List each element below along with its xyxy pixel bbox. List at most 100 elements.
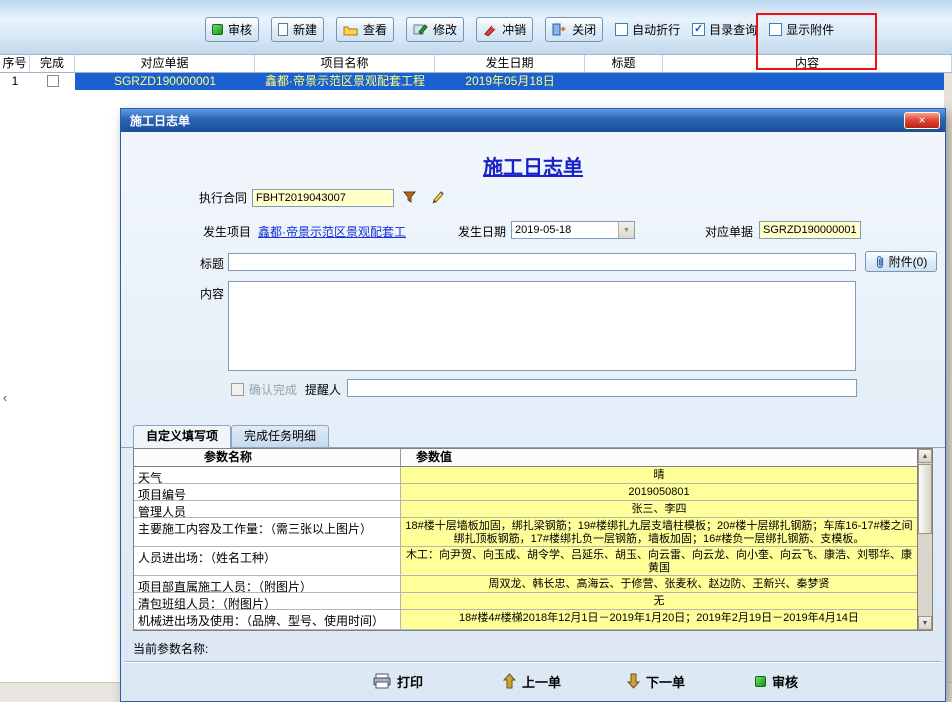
scrollbar-thumb[interactable] xyxy=(918,464,932,534)
parameter-table-scrollbar[interactable]: ▲ ▼ xyxy=(917,449,932,630)
param-value[interactable]: 木工：向尹贺、向玉成、胡令学、吕延乐、胡玉、向云雷、向云龙、向小奎、向云飞、康浩… xyxy=(401,547,917,575)
reverse-pen-icon xyxy=(483,23,497,36)
dialog-close-button[interactable]: × xyxy=(904,112,940,129)
scroll-down-icon[interactable]: ▼ xyxy=(918,616,932,630)
construction-log-dialog: 施工日志单 × 施工日志单 执行合同 发生项目 鑫都·帝景示范区景观配套工 发生… xyxy=(120,108,946,702)
collapse-panel-arrow[interactable]: ‹ xyxy=(0,386,10,408)
param-value[interactable]: 18#楼十层墙板加固，绑扎梁钢筋；19#楼绑扎九层支墙柱模板；20#楼十层绑扎钢… xyxy=(401,518,917,546)
audit-record-button[interactable]: 审核 xyxy=(755,669,798,693)
row-content xyxy=(663,73,952,90)
previous-record-button[interactable]: 上一单 xyxy=(503,669,561,693)
autowrap-checkbox-label: 自动折行 xyxy=(632,21,680,38)
project-link[interactable]: 鑫都·帝景示范区景观配套工 xyxy=(258,223,406,241)
tab-task-detail[interactable]: 完成任务明细 xyxy=(231,425,329,447)
param-name: 项目编号 xyxy=(134,484,401,500)
attachment-button[interactable]: 附件(0) xyxy=(865,251,937,272)
audit-button[interactable]: 审核 xyxy=(205,17,259,42)
row-date: 2019年05月18日 xyxy=(435,73,585,90)
column-header-doc[interactable]: 对应单据 xyxy=(75,55,255,72)
param-row-weather[interactable]: 天气 晴 xyxy=(134,467,917,484)
main-toolbar: 审核 新建 查看 修改 冲销 关闭 xyxy=(0,0,952,55)
exit-door-icon xyxy=(552,23,567,36)
new-button[interactable]: 新建 xyxy=(271,17,324,42)
confirm-complete-checkbox-box xyxy=(231,383,244,396)
audit-icon xyxy=(755,676,766,687)
reverse-button[interactable]: 冲销 xyxy=(476,17,533,42)
param-value[interactable]: 18#楼4#楼梯2018年12月1日－2019年1月20日；2019年2月19日… xyxy=(401,610,917,629)
row-done-checkbox[interactable] xyxy=(47,75,59,87)
row-project: 鑫都·帝景示范区景观配套工程 xyxy=(255,73,435,90)
close-window-button-label: 关闭 xyxy=(572,21,596,38)
parameter-table-header: 参数名称 参数值 xyxy=(134,449,917,467)
folder-open-icon xyxy=(343,24,358,36)
param-row-personnel[interactable]: 人员进出场：（姓名工种） 木工：向尹贺、向玉成、胡令学、吕延乐、胡玉、向云雷、向… xyxy=(134,547,917,576)
contract-label: 执行合同 xyxy=(183,189,247,207)
previous-record-button-label: 上一单 xyxy=(522,672,561,691)
column-header-done[interactable]: 完成 xyxy=(30,55,75,72)
doc-input[interactable] xyxy=(759,221,861,239)
contract-edit-pen-icon[interactable] xyxy=(430,189,445,207)
param-value[interactable]: 张三、李四 xyxy=(401,501,917,517)
date-label: 发生日期 xyxy=(426,223,506,241)
dialog-title: 施工日志单 xyxy=(130,112,190,129)
row-done-cell[interactable] xyxy=(30,73,75,90)
attachment-button-label: 附件(0) xyxy=(889,253,928,270)
param-row-subcontract[interactable]: 清包班组人员：（附图片） 无 xyxy=(134,593,917,610)
contract-input[interactable] xyxy=(252,189,394,207)
next-record-button-label: 下一单 xyxy=(646,672,685,691)
modify-button[interactable]: 修改 xyxy=(406,17,464,42)
footer-divider xyxy=(125,661,941,663)
column-header-project[interactable]: 项目名称 xyxy=(255,55,435,72)
project-label: 发生项目 xyxy=(151,223,251,241)
column-header-content[interactable]: 内容 xyxy=(663,55,952,72)
param-name: 管理人员 xyxy=(134,501,401,517)
param-name: 机械进出场及使用：（品牌、型号、使用时间） xyxy=(134,610,401,629)
param-name: 项目部直属施工人员：（附图片） xyxy=(134,576,401,592)
scroll-up-icon[interactable]: ▲ xyxy=(918,449,932,463)
param-value[interactable]: 无 xyxy=(401,593,917,609)
param-row-managers[interactable]: 管理人员 张三、李四 xyxy=(134,501,917,518)
param-value[interactable]: 晴 xyxy=(401,467,917,483)
column-header-title[interactable]: 标题 xyxy=(585,55,663,72)
audit-button-label: 审核 xyxy=(228,21,252,38)
table-row[interactable]: 1 SGRZD190000001 鑫都·帝景示范区景观配套工程 2019年05月… xyxy=(0,73,952,90)
view-button[interactable]: 查看 xyxy=(336,17,394,42)
dialog-titlebar: 施工日志单 xyxy=(121,109,945,132)
catalog-query-checkbox[interactable]: ✓ 目录查询 xyxy=(692,21,757,38)
catalog-query-checkbox-label: 目录查询 xyxy=(709,21,757,38)
param-value[interactable]: 2019050801 xyxy=(401,484,917,500)
param-row-main-work[interactable]: 主要施工内容及工作量：（需三张以上图片） 18#楼十层墙板加固，绑扎梁钢筋；19… xyxy=(134,518,917,547)
view-button-label: 查看 xyxy=(363,21,387,38)
tab-custom-fields[interactable]: 自定义填写项 xyxy=(133,425,231,448)
application-window: 审核 新建 查看 修改 冲销 关闭 xyxy=(0,0,952,702)
column-header-seq[interactable]: 序号 xyxy=(0,55,30,72)
close-window-button[interactable]: 关闭 xyxy=(545,17,603,42)
title-input[interactable] xyxy=(228,253,856,271)
column-header-date[interactable]: 发生日期 xyxy=(435,55,585,72)
show-attachment-checkbox[interactable]: 显示附件 xyxy=(769,21,834,38)
current-parameter-label: 当前参数名称: xyxy=(133,640,208,657)
param-row-machinery[interactable]: 机械进出场及使用：（品牌、型号、使用时间） 18#楼4#楼梯2018年12月1日… xyxy=(134,610,917,630)
show-attachment-checkbox-label: 显示附件 xyxy=(786,21,834,38)
row-title xyxy=(585,73,663,90)
form-heading: 施工日志单 xyxy=(121,151,945,180)
param-name: 人员进出场：（姓名工种） xyxy=(134,547,401,575)
reminder-input[interactable] xyxy=(347,379,857,397)
title-label: 标题 xyxy=(164,255,224,273)
contract-lookup-icon[interactable] xyxy=(403,190,417,207)
param-row-direct-workers[interactable]: 项目部直属施工人员：（附图片） 周双龙、韩长忠、高海云、于修营、张麦秋、赵边防、… xyxy=(134,576,917,593)
content-textarea[interactable] xyxy=(228,281,856,371)
print-button[interactable]: 打印 xyxy=(373,669,423,693)
row-doc: SGRZD190000001 xyxy=(75,73,255,90)
date-dropdown-arrow-icon[interactable]: ▼ xyxy=(618,222,634,238)
autowrap-checkbox-box xyxy=(615,23,628,36)
audit-icon xyxy=(212,24,223,35)
param-row-project-no[interactable]: 项目编号 2019050801 xyxy=(134,484,917,501)
param-name: 清包班组人员：（附图片） xyxy=(134,593,401,609)
next-record-button[interactable]: 下一单 xyxy=(627,669,685,693)
date-combo[interactable]: 2019-05-18 ▼ xyxy=(511,221,635,239)
param-value[interactable]: 周双龙、韩长忠、高海云、于修营、张麦秋、赵边防、王新兴、秦梦贤 xyxy=(401,576,917,592)
show-attachment-checkbox-box xyxy=(769,23,782,36)
arrow-up-icon xyxy=(503,673,516,689)
autowrap-checkbox[interactable]: 自动折行 xyxy=(615,21,680,38)
